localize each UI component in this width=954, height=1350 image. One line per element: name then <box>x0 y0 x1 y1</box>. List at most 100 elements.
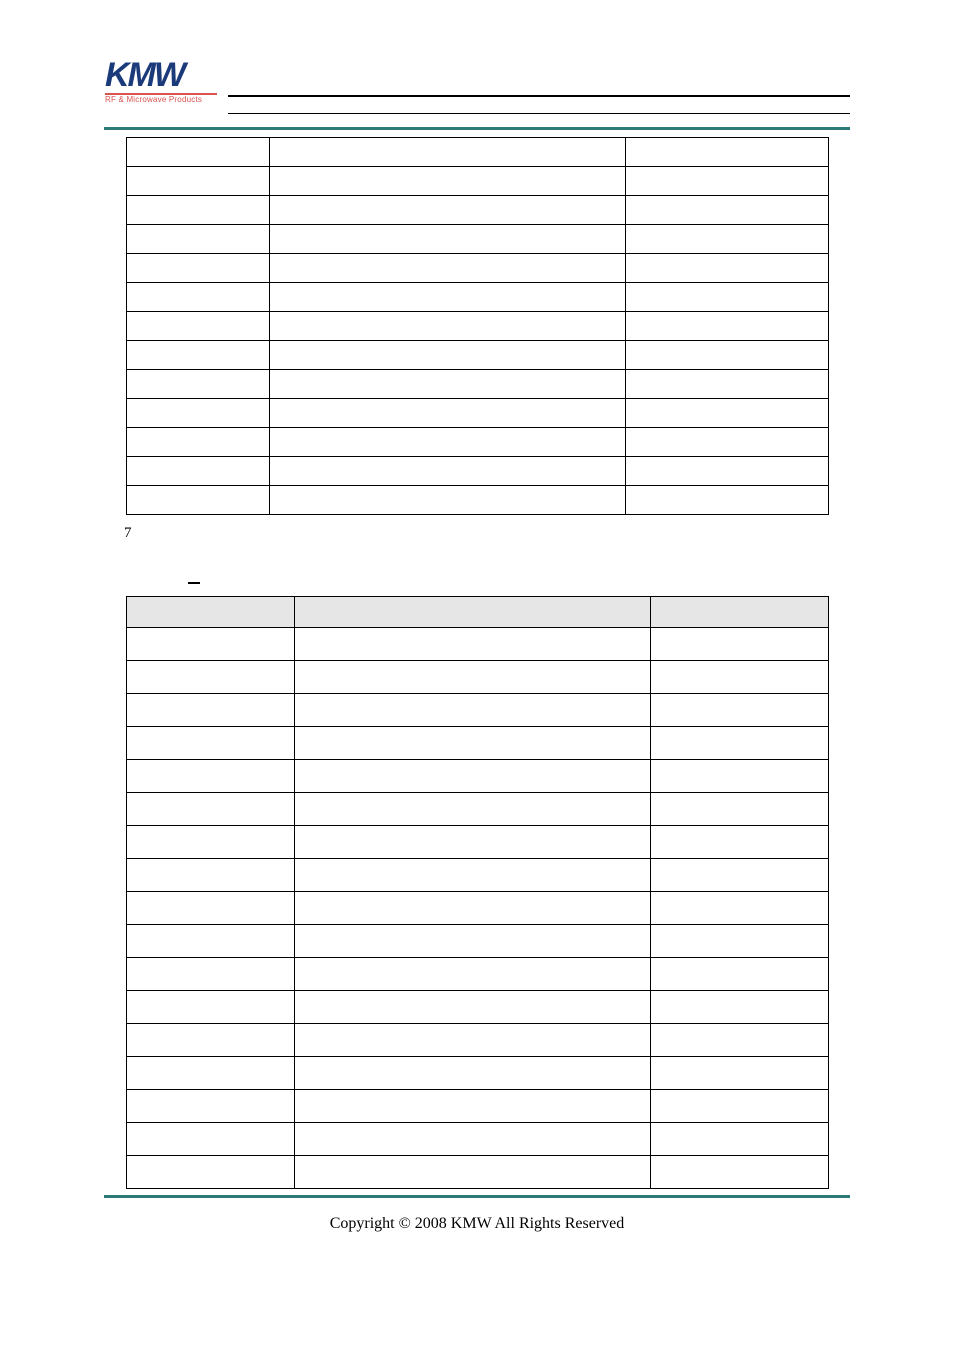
table-cell <box>651 1123 829 1156</box>
table-cell <box>127 760 295 793</box>
table-cell <box>269 370 625 399</box>
table-cell <box>127 167 270 196</box>
table-row <box>127 628 829 661</box>
table-cell <box>294 826 650 859</box>
table-cell <box>294 727 650 760</box>
table-cell <box>269 283 625 312</box>
table-cell <box>651 628 829 661</box>
page-number: 7 <box>124 525 132 542</box>
header-rule-teal <box>104 127 850 130</box>
table-cell <box>269 196 625 225</box>
table-row <box>127 661 829 694</box>
table-row <box>127 196 829 225</box>
table-cell <box>651 727 829 760</box>
logo-subtitle: RF & Microwave Products <box>105 95 221 104</box>
table-cell <box>626 399 829 428</box>
table-row <box>127 826 829 859</box>
table-row <box>127 727 829 760</box>
table-cell <box>294 991 650 1024</box>
table-cell <box>651 991 829 1024</box>
table-cell <box>294 1090 650 1123</box>
table-cell <box>127 859 295 892</box>
table-row <box>127 225 829 254</box>
table-cell <box>626 341 829 370</box>
table-row <box>127 1057 829 1090</box>
table-cell <box>651 859 829 892</box>
table-row <box>127 370 829 399</box>
header-rule-2 <box>228 113 850 114</box>
table-row <box>127 167 829 196</box>
table-row <box>127 399 829 428</box>
table-cell <box>269 457 625 486</box>
header-rule-1 <box>228 95 850 97</box>
table-cell <box>294 892 650 925</box>
table-cell <box>651 793 829 826</box>
table-cell <box>294 628 650 661</box>
table-cell <box>127 428 270 457</box>
table-cell <box>651 1024 829 1057</box>
table-cell <box>127 793 295 826</box>
spec-table-2 <box>126 596 829 1189</box>
table-cell <box>127 661 295 694</box>
table-cell <box>626 138 829 167</box>
table-cell <box>127 312 270 341</box>
table-cell <box>651 1057 829 1090</box>
table-cell <box>626 370 829 399</box>
table-cell <box>294 694 650 727</box>
table-cell <box>651 925 829 958</box>
table-cell <box>294 925 650 958</box>
table-cell <box>127 958 295 991</box>
table-row <box>127 958 829 991</box>
table-row <box>127 341 829 370</box>
table-cell <box>294 1057 650 1090</box>
table-row <box>127 892 829 925</box>
table-row <box>127 138 829 167</box>
table-row <box>127 254 829 283</box>
table-cell <box>651 892 829 925</box>
table-cell <box>294 1156 650 1189</box>
table-cell <box>294 793 650 826</box>
table-cell <box>127 727 295 760</box>
table-cell <box>626 167 829 196</box>
table-cell <box>127 1024 295 1057</box>
table-cell <box>626 254 829 283</box>
table-row <box>127 760 829 793</box>
table-cell <box>127 486 270 515</box>
table-cell <box>626 283 829 312</box>
section-dash <box>188 582 200 584</box>
table-cell <box>127 628 295 661</box>
table-cell <box>127 694 295 727</box>
table-cell <box>626 225 829 254</box>
table-cell <box>269 341 625 370</box>
table-cell <box>127 991 295 1024</box>
table-row <box>127 1024 829 1057</box>
table-row <box>127 793 829 826</box>
table-cell <box>127 399 270 428</box>
table-cell <box>294 661 650 694</box>
table-row <box>127 312 829 341</box>
table-row <box>127 859 829 892</box>
table-cell <box>269 428 625 457</box>
table-header-cell <box>127 597 295 628</box>
table-cell <box>127 1057 295 1090</box>
table-cell <box>651 958 829 991</box>
table-cell <box>127 370 270 399</box>
table-cell <box>127 254 270 283</box>
table-cell <box>269 399 625 428</box>
table-cell <box>127 826 295 859</box>
table-cell <box>651 826 829 859</box>
spec-table-1 <box>126 137 829 515</box>
table-cell <box>294 760 650 793</box>
table-row <box>127 1156 829 1189</box>
table-row <box>127 486 829 515</box>
table-cell <box>651 661 829 694</box>
footer-copyright: Copyright © 2008 KMW All Rights Reserved <box>0 1215 954 1233</box>
table-cell <box>127 341 270 370</box>
table-cell <box>127 457 270 486</box>
table-cell <box>294 1123 650 1156</box>
table-cell <box>269 254 625 283</box>
table-cell <box>127 225 270 254</box>
brand-logo: KMW RF & Microwave Products <box>105 60 221 120</box>
table-row <box>127 1123 829 1156</box>
table-row <box>127 991 829 1024</box>
